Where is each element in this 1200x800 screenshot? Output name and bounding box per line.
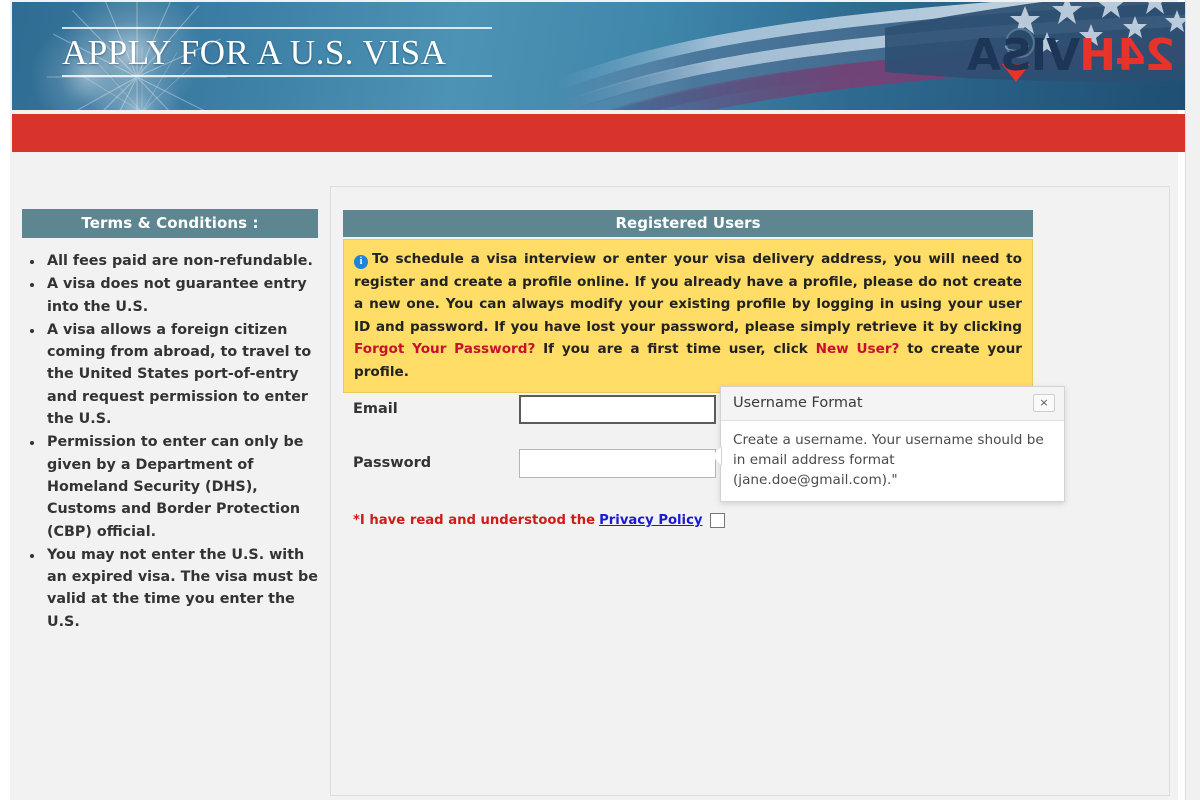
privacy-consent-row: *I have read and understood the Privacy … [353, 513, 725, 528]
logo-text-24h: 24H [1079, 30, 1175, 81]
page-title: APPLY FOR A U.S. VISA [62, 33, 447, 72]
close-icon[interactable]: × [1033, 394, 1055, 412]
list-item: You may not enter the U.S. with an expir… [44, 544, 318, 633]
password-input[interactable] [519, 449, 716, 478]
notice-text-part1: To schedule a visa interview or enter yo… [354, 251, 1022, 335]
title-rule-bottom [62, 75, 492, 78]
notice-box: i To schedule a visa interview or enter y… [343, 239, 1033, 393]
window-right-edge [1185, 0, 1200, 800]
notice-text-part2: If you are a first time user, click [543, 341, 808, 357]
username-format-tooltip: Username Format × Create a username. You… [712, 386, 1065, 502]
tooltip-body: Create a username. Your username should … [712, 421, 1064, 501]
tooltip-body-text: Create a username. Your username should … [733, 432, 1044, 488]
site-logo: 24H VISA [968, 30, 1175, 81]
notice-forgot-password-link[interactable]: Forgot Your Password? [354, 341, 535, 357]
list-item: A visa allows a foreign citizen coming f… [44, 319, 318, 430]
logo-text-visa: VISA [967, 30, 1080, 81]
page-root: APPLY FOR A U.S. VISA 24H VISA Terms & Co… [0, 0, 1200, 800]
privacy-consent-text: *I have read and understood the [353, 513, 596, 528]
notice-new-user-link[interactable]: New User? [816, 341, 900, 357]
tooltip-arrow-icon [712, 446, 722, 466]
panel-heading: Registered Users [343, 210, 1033, 237]
navigation-bar [12, 114, 1185, 152]
privacy-policy-link[interactable]: Privacy Policy [599, 513, 702, 528]
email-label: Email [353, 401, 398, 417]
terms-list: All fees paid are non-refundable. A visa… [22, 250, 318, 633]
terms-and-conditions-section: Terms & Conditions : All fees paid are n… [22, 209, 318, 634]
title-rule-top [62, 27, 492, 29]
info-icon: i [354, 255, 368, 269]
list-item: A visa does not guarantee entry into the… [44, 273, 318, 318]
list-item: All fees paid are non-refundable. [44, 250, 318, 272]
tooltip-header: Username Format × [721, 387, 1064, 421]
terms-heading: Terms & Conditions : [22, 209, 318, 238]
privacy-policy-checkbox[interactable] [709, 513, 725, 528]
email-input[interactable] [519, 395, 716, 424]
site-banner: APPLY FOR A U.S. VISA 24H VISA [12, 2, 1185, 110]
banner-title-block: APPLY FOR A U.S. VISA [62, 27, 492, 78]
tooltip-title: Username Format [733, 395, 863, 411]
password-label: Password [353, 455, 432, 471]
list-item: Permission to enter can only be given by… [44, 431, 318, 542]
